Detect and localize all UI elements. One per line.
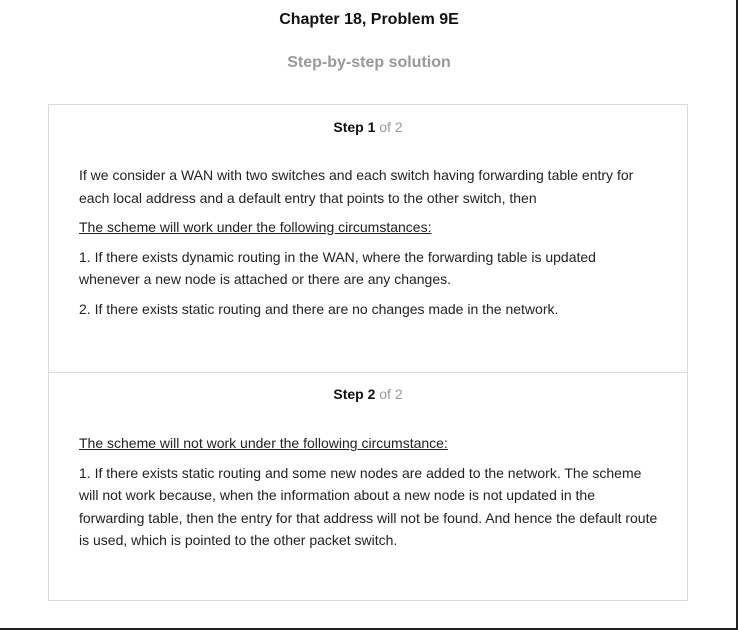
step-2-label: Step 2 bbox=[333, 386, 376, 402]
step-1-body: If we consider a WAN with two switches a… bbox=[79, 164, 659, 327]
step-1-label: Step 1 bbox=[333, 119, 376, 135]
step-2-point-1: 1. If there exists static routing and so… bbox=[79, 464, 658, 549]
step-1-count: of 2 bbox=[379, 119, 403, 135]
step-1-scheme-heading: The scheme will work under the following… bbox=[79, 219, 432, 235]
step-1-section: Step 1 of 2 If we consider a WAN with tw… bbox=[49, 105, 687, 373]
step-2-section: Step 2 of 2 The scheme will not work und… bbox=[49, 372, 687, 600]
step-1-heading: Step 1 of 2 bbox=[49, 119, 687, 135]
step-2-scheme-heading: The scheme will not work under the follo… bbox=[79, 435, 448, 451]
step-1-point-1: 1. If there exists dynamic routing in th… bbox=[79, 248, 596, 288]
step-1-intro: If we consider a WAN with two switches a… bbox=[79, 167, 634, 206]
chapter-title: Chapter 18, Problem 9E bbox=[279, 11, 459, 28]
step-2-count: of 2 bbox=[379, 386, 403, 402]
step-1-point-2: 2. If there exists static routing and th… bbox=[79, 300, 559, 317]
solution-box: Step 1 of 2 If we consider a WAN with tw… bbox=[48, 104, 688, 601]
step-2-heading: Step 2 of 2 bbox=[49, 386, 687, 402]
solution-subtitle: Step-by-step solution bbox=[287, 54, 451, 71]
step-2-body: The scheme will not work under the follo… bbox=[79, 432, 659, 559]
